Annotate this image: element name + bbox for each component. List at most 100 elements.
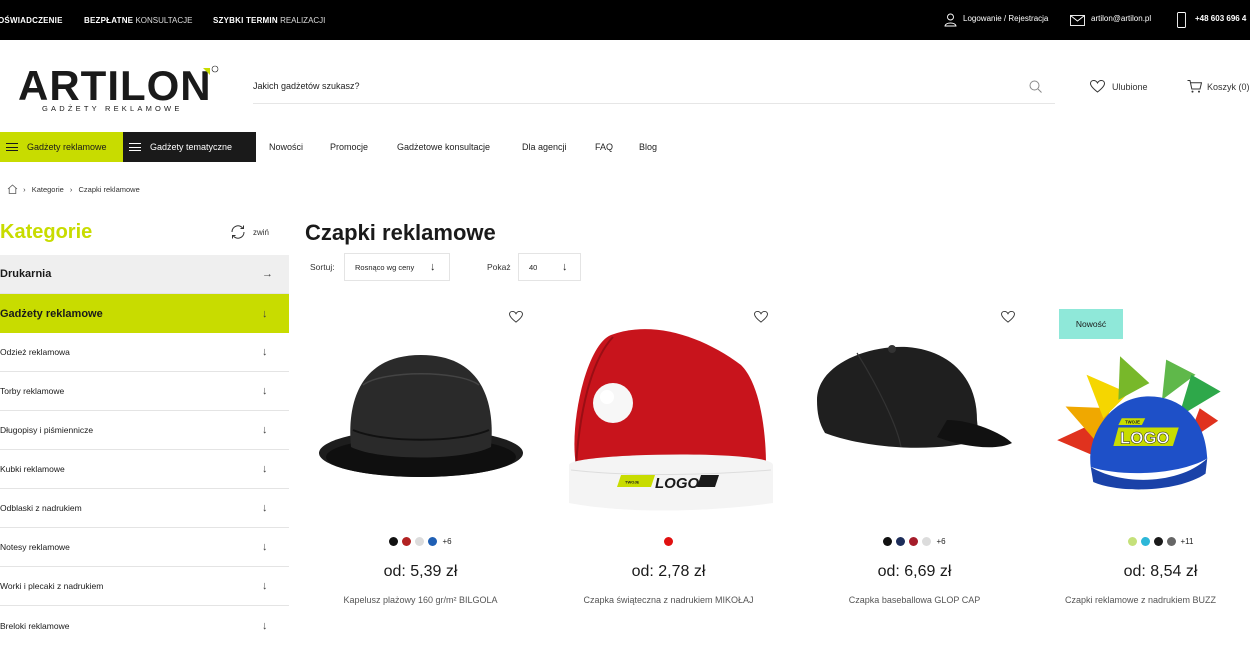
- product-name[interactable]: Kapelusz plażowy 160 gr/m² BILGOLA: [303, 595, 538, 605]
- color-swatch[interactable]: [1153, 537, 1163, 546]
- login-link[interactable]: Logowanie / Rejestracja: [963, 14, 1048, 23]
- product-card[interactable]: +6 od: 6,69 zł Czapka baseballowa GLOP C…: [797, 305, 1032, 630]
- color-swatches: [551, 537, 786, 546]
- nav-link-agencies[interactable]: Dla agencji: [522, 142, 567, 152]
- search-icon[interactable]: [1029, 80, 1042, 93]
- product-card[interactable]: +6 od: 5,39 zł Kapelusz plażowy 160 gr/m…: [303, 305, 538, 630]
- breadcrumb-categories[interactable]: Kategorie: [32, 185, 64, 194]
- sidebar-item-label: Worki i plecaki z nadrukiem: [0, 581, 104, 591]
- product-image[interactable]: [797, 325, 1032, 525]
- product-image[interactable]: TWOJE LOGO: [1053, 325, 1250, 525]
- color-swatch[interactable]: [1127, 537, 1137, 546]
- collapse-label: zwiń: [253, 227, 270, 237]
- mail-icon: [1070, 15, 1085, 26]
- nav-link-blog[interactable]: Blog: [639, 142, 657, 152]
- sidebar-item-label: Gadżety reklamowe: [0, 307, 103, 320]
- color-swatch[interactable]: [922, 537, 932, 546]
- arrow-down-icon: ↓: [262, 502, 268, 514]
- email-link[interactable]: artilon@artilon.pl: [1091, 14, 1151, 23]
- sidebar-item-odblaski[interactable]: Odblaski z nadrukiem ↓: [0, 489, 289, 528]
- promo-statement: OŚWIADCZENIE: [0, 16, 63, 25]
- product-image[interactable]: TWOJE LOGO: [551, 325, 786, 525]
- svg-text:LOGO: LOGO: [655, 475, 699, 492]
- phone-link[interactable]: +48 603 696 4: [1195, 14, 1246, 23]
- artilon-logo[interactable]: ARTILON GADŻETY REKLAMOWE: [18, 62, 223, 114]
- menu-icon: [6, 143, 18, 151]
- sidebar-item-label: Torby reklamowe: [0, 386, 65, 396]
- arrow-down-icon: ↓: [430, 261, 436, 273]
- breadcrumb: › Kategorie › Czapki reklamowe: [7, 184, 144, 194]
- product-name[interactable]: Czapka świąteczna z nadrukiem MIKOŁAJ: [551, 595, 786, 605]
- color-swatch[interactable]: [402, 537, 412, 546]
- top-bar: OŚWIADCZENIE BEZPŁATNE KONSULTACJE SZYBK…: [0, 0, 1250, 40]
- home-icon[interactable]: [7, 184, 18, 194]
- color-swatch[interactable]: [415, 537, 425, 546]
- sort-value: Rosnąco wg ceny: [355, 262, 415, 272]
- product-name[interactable]: Czapka baseballowa GLOP CAP: [797, 595, 1032, 605]
- sidebar-item-drukarnia[interactable]: Drukarnia →: [0, 255, 289, 294]
- refresh-icon: [231, 225, 245, 239]
- arrow-down-icon: ↓: [262, 463, 268, 475]
- more-colors: +11: [1180, 537, 1194, 546]
- arrow-down-icon: ↓: [262, 541, 268, 553]
- arrow-down-icon: ↓: [262, 346, 268, 358]
- color-swatch[interactable]: [896, 537, 906, 546]
- sidebar-item-breloki[interactable]: Breloki reklamowe ↓: [0, 606, 289, 645]
- sidebar-item-label: Notesy reklamowe: [0, 542, 70, 552]
- collapse-toggle[interactable]: zwiń: [229, 223, 269, 241]
- favorite-heart-icon[interactable]: [509, 311, 523, 323]
- nav-link-consultations[interactable]: Gadżetowe konsultacje: [397, 142, 490, 152]
- favorite-heart-icon[interactable]: [754, 311, 768, 323]
- product-price: od: 5,39 zł: [383, 563, 458, 580]
- promo-fast-delivery: SZYBKI TERMIN REALIZACJI: [213, 16, 326, 25]
- product-name[interactable]: Czapki reklamowe z nadrukiem BUZZ: [1053, 595, 1250, 605]
- sidebar-item-worki[interactable]: Worki i plecaki z nadrukiem ↓: [0, 567, 289, 606]
- cart-icon: [1187, 80, 1202, 93]
- product-card[interactable]: Nowość TWOJE LOGO +11 od: 8,54 zł Czapki…: [1053, 305, 1250, 630]
- cart-link[interactable]: Koszyk (0): [1207, 82, 1250, 92]
- sidebar-item-torby[interactable]: Torby reklamowe ↓: [0, 372, 289, 411]
- product-price: od: 2,78 zł: [631, 563, 706, 580]
- sidebar-item-label: Kubki reklamowe: [0, 464, 65, 474]
- nav-link-news[interactable]: Nowości: [269, 142, 303, 152]
- svg-text:GADŻETY REKLAMOWE: GADŻETY REKLAMOWE: [42, 104, 183, 113]
- search-input[interactable]: [253, 70, 953, 102]
- product-card[interactable]: TWOJE LOGO od: 2,78 zł Czapka świąteczna…: [551, 305, 786, 630]
- show-label: Pokaż: [487, 262, 511, 272]
- svg-text:LOGO: LOGO: [1120, 428, 1169, 447]
- arrow-down-icon: ↓: [262, 385, 268, 397]
- sidebar-item-notesy[interactable]: Notesy reklamowe ↓: [0, 528, 289, 567]
- color-swatch[interactable]: [664, 537, 673, 546]
- sidebar-item-odziez[interactable]: Odzież reklamowa ↓: [0, 333, 289, 372]
- svg-text:TWOJE: TWOJE: [1125, 420, 1140, 425]
- favorite-heart-icon[interactable]: [1001, 311, 1015, 323]
- show-select[interactable]: 40 ↓: [518, 253, 581, 281]
- sidebar-item-label: Breloki reklamowe: [0, 620, 70, 631]
- color-swatch[interactable]: [428, 537, 438, 546]
- sidebar-item-dlugopisy[interactable]: Długopisy i piśmiennicze ↓: [0, 411, 289, 450]
- product-image[interactable]: [303, 325, 538, 525]
- sidebar-item-gadzety-reklamowe[interactable]: Gadżety reklamowe ↓: [0, 294, 289, 333]
- nav-link-promotions[interactable]: Promocje: [330, 142, 368, 152]
- product-price: od: 6,69 zł: [877, 563, 952, 580]
- color-swatch[interactable]: [1140, 537, 1150, 546]
- svg-text:ARTILON: ARTILON: [18, 64, 212, 109]
- nav-themed-gadgets-label: Gadżety tematyczne: [150, 142, 233, 152]
- show-value: 40: [529, 262, 538, 272]
- color-swatch[interactable]: [883, 537, 893, 546]
- nav-promo-gadgets-button[interactable]: Gadżety reklamowe: [0, 132, 123, 162]
- main-nav: Gadżety reklamowe Gadżety tematyczne Now…: [0, 132, 1250, 162]
- sidebar-item-label: Długopisy i piśmiennicze: [0, 425, 94, 435]
- nav-link-faq[interactable]: FAQ: [595, 142, 613, 152]
- arrow-down-icon: ↓: [262, 307, 268, 320]
- arrow-right-icon: →: [262, 268, 273, 280]
- favorites-link[interactable]: Ulubione: [1112, 82, 1148, 92]
- color-swatch[interactable]: [389, 537, 399, 546]
- sort-select[interactable]: Rosnąco wg ceny ↓: [344, 253, 450, 281]
- color-swatch[interactable]: [909, 537, 919, 546]
- sidebar-item-kubki[interactable]: Kubki reklamowe ↓: [0, 450, 289, 489]
- nav-themed-gadgets-button[interactable]: Gadżety tematyczne: [123, 132, 256, 162]
- nav-promo-gadgets-label: Gadżety reklamowe: [27, 142, 107, 152]
- color-swatches: +6: [797, 537, 1032, 546]
- color-swatch[interactable]: [1166, 537, 1176, 546]
